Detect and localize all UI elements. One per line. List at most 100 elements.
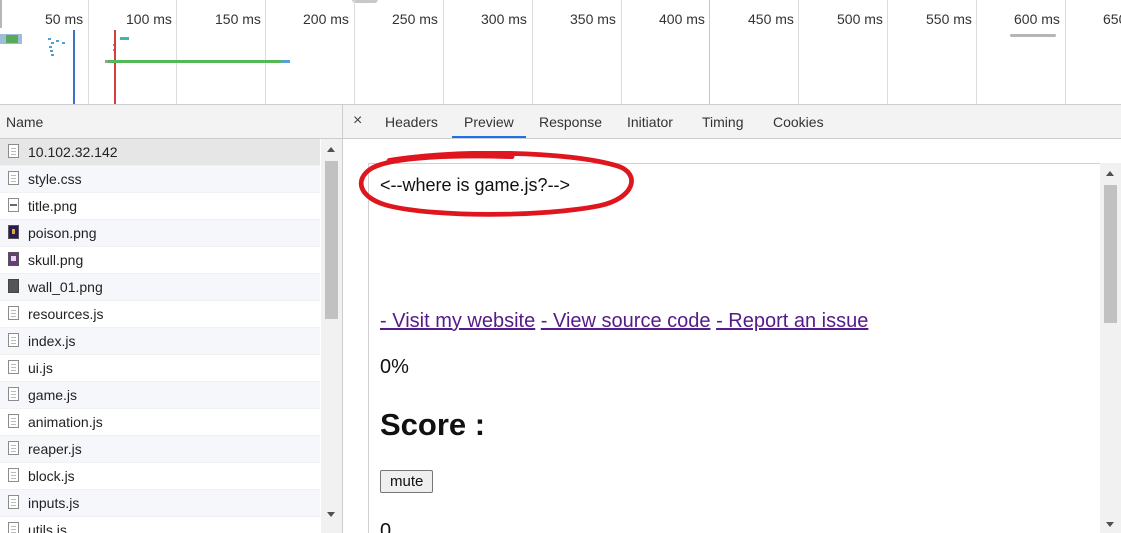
footer-links: - Visit my website - View source code - … <box>380 310 868 333</box>
request-row[interactable]: game.js <box>0 382 320 409</box>
script-icon <box>8 360 19 374</box>
timeline-gridline <box>532 0 533 104</box>
tab-headers[interactable]: Headers <box>373 105 450 138</box>
timeline-gridline <box>709 0 710 104</box>
timeline-gridline <box>265 0 266 104</box>
timeline-tick-label: 150 ms <box>215 11 261 27</box>
timeline-tick-label: 450 ms <box>748 11 794 27</box>
timeline-request-dot <box>51 54 54 56</box>
request-name: utils.js <box>28 522 67 533</box>
document-icon <box>8 144 19 158</box>
request-name: reaper.js <box>28 441 82 457</box>
timeline-request-dot <box>56 40 59 42</box>
timeline-request-bar <box>6 35 18 43</box>
timeline-gridline <box>176 0 177 104</box>
timeline-tick-label: 600 ms <box>1014 11 1060 27</box>
view-source-link[interactable]: - View source code <box>541 310 711 332</box>
timeline-gridline <box>1065 0 1066 104</box>
request-list: 10.102.32.142 style.css title.png poison… <box>0 139 320 533</box>
timeline-request-bar <box>282 60 290 63</box>
request-row[interactable]: inputs.js <box>0 490 320 517</box>
request-name: block.js <box>28 468 75 484</box>
scroll-up-arrow-icon[interactable] <box>1106 171 1114 176</box>
image-thumbnail-icon <box>8 198 19 212</box>
request-list-panel: Name 10.102.32.142 style.css title.png p… <box>0 105 343 533</box>
script-icon <box>8 333 19 347</box>
timeline-request-dot <box>48 38 51 40</box>
request-name: animation.js <box>28 414 103 430</box>
tab-cookies[interactable]: Cookies <box>761 105 836 138</box>
mute-button[interactable]: mute <box>380 470 434 493</box>
timeline-gridline <box>443 0 444 104</box>
timeline-scroll-handle[interactable] <box>352 0 378 3</box>
request-name: index.js <box>28 333 76 349</box>
script-icon <box>8 522 19 533</box>
request-row[interactable]: resources.js <box>0 301 320 328</box>
scroll-up-arrow-icon[interactable] <box>327 147 335 152</box>
timeline-tick-label: 500 ms <box>837 11 883 27</box>
preview-scrollbar[interactable] <box>1100 163 1121 533</box>
request-row[interactable]: wall_01.png <box>0 274 320 301</box>
score-value: 0 <box>380 520 392 533</box>
timeline-tick-label: 100 ms <box>126 11 172 27</box>
scrollbar-thumb[interactable] <box>1104 185 1117 323</box>
request-name: resources.js <box>28 306 104 322</box>
report-issue-link[interactable]: - Report an issue <box>716 310 868 332</box>
request-name: poison.png <box>28 225 97 241</box>
timeline-request-bar <box>108 60 288 63</box>
loading-percent: 0% <box>380 356 409 378</box>
timeline-gridline <box>887 0 888 104</box>
request-name: style.css <box>28 171 82 187</box>
timeline-tick-label: 400 ms <box>659 11 705 27</box>
request-name: skull.png <box>28 252 84 268</box>
script-icon <box>8 495 19 509</box>
tab-response[interactable]: Response <box>527 105 614 138</box>
timeline-request-dot <box>50 50 53 52</box>
red-annotation-ellipse <box>358 151 634 217</box>
timeline-tick-label: 200 ms <box>303 11 349 27</box>
tab-preview[interactable]: Preview <box>452 105 526 138</box>
scroll-down-arrow-icon[interactable] <box>1106 522 1114 527</box>
scrollbar-thumb[interactable] <box>325 161 338 319</box>
request-name: inputs.js <box>28 495 80 511</box>
request-details-panel: × Headers Preview Response Initiator Tim… <box>343 105 1121 533</box>
visit-website-link[interactable]: - Visit my website <box>380 310 535 332</box>
score-heading: Score : <box>380 407 486 442</box>
scroll-down-arrow-icon[interactable] <box>327 512 335 517</box>
timeline-gridline <box>621 0 622 104</box>
timeline-edge <box>0 0 2 28</box>
request-row[interactable]: animation.js <box>0 409 320 436</box>
tab-timing[interactable]: Timing <box>690 105 756 138</box>
request-row[interactable]: ui.js <box>0 355 320 382</box>
tab-initiator[interactable]: Initiator <box>615 105 685 138</box>
image-thumbnail-icon <box>8 252 19 266</box>
request-name: ui.js <box>28 360 53 376</box>
timeline-tick-label: 50 ms <box>45 11 84 27</box>
annotation-stroke <box>358 151 634 217</box>
request-name: 10.102.32.142 <box>28 144 118 160</box>
request-row[interactable]: style.css <box>0 166 320 193</box>
request-row[interactable]: 10.102.32.142 <box>0 139 320 166</box>
dom-content-loaded-marker <box>73 30 75 104</box>
request-row[interactable]: utils.js <box>0 517 320 533</box>
timeline-gridline <box>976 0 977 104</box>
request-row[interactable]: skull.png <box>0 247 320 274</box>
request-row[interactable]: reaper.js <box>0 436 320 463</box>
timeline-request-bar <box>120 37 129 40</box>
script-icon <box>8 468 19 482</box>
timeline-request-dot <box>62 42 65 44</box>
request-name: wall_01.png <box>28 279 103 295</box>
request-row[interactable]: block.js <box>0 463 320 490</box>
close-icon[interactable]: × <box>353 111 362 131</box>
stylesheet-icon <box>8 171 19 185</box>
request-row[interactable]: title.png <box>0 193 320 220</box>
timeline-tick-label: 550 ms <box>926 11 972 27</box>
timeline-tick-label: 300 ms <box>481 11 527 27</box>
timeline-tick-label: 650 ms <box>1103 11 1121 27</box>
name-column-header[interactable]: Name <box>0 105 342 139</box>
request-row[interactable]: poison.png <box>0 220 320 247</box>
request-list-scrollbar[interactable] <box>321 139 342 533</box>
request-row[interactable]: index.js <box>0 328 320 355</box>
image-thumbnail-icon <box>8 279 19 293</box>
network-timeline-overview[interactable]: 50 ms 100 ms 150 ms 200 ms 250 ms 300 ms… <box>0 0 1121 105</box>
